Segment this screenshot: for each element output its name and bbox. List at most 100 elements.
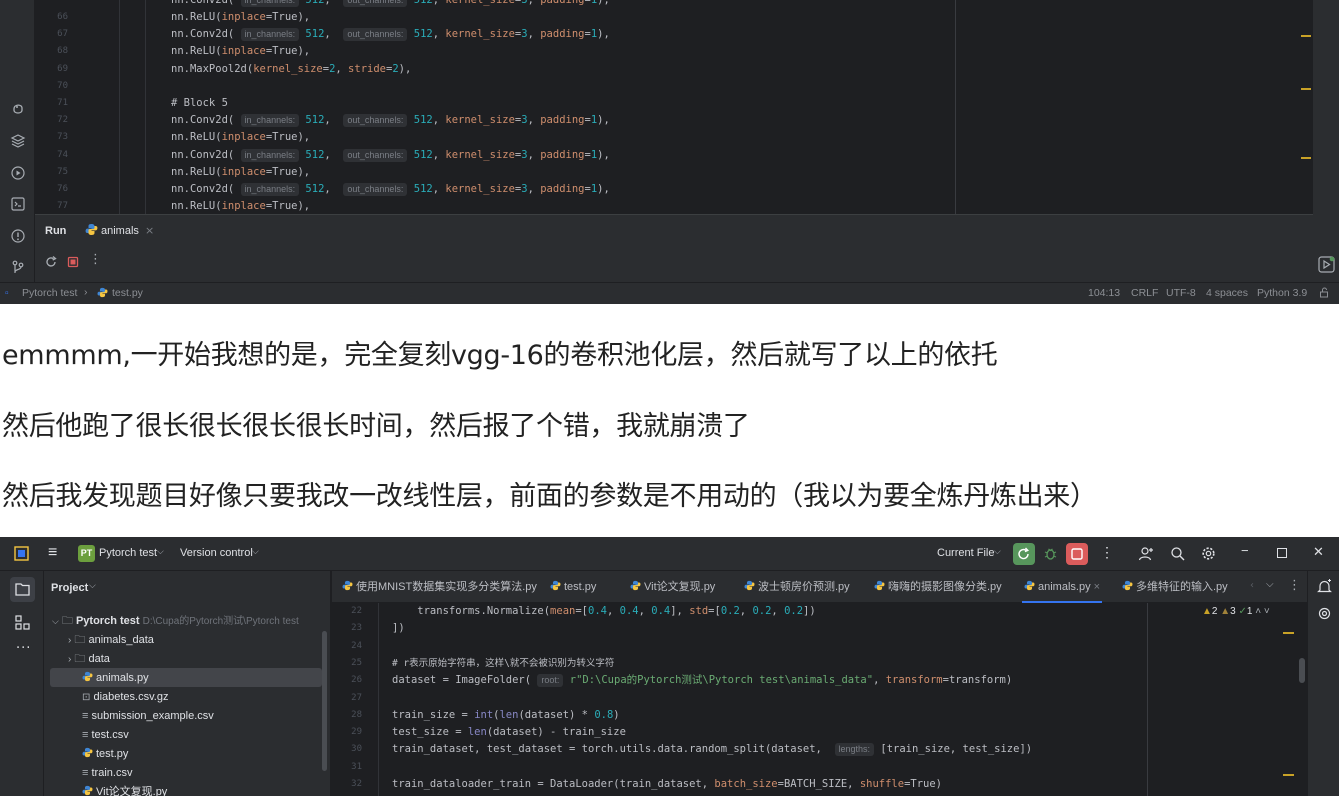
line-number: 23 [351, 623, 362, 634]
services-icon[interactable] [9, 164, 27, 182]
problems-icon[interactable] [9, 227, 27, 245]
line-separator[interactable]: CRLF [1131, 287, 1158, 299]
tab-photo[interactable]: 嗨嗨的摄影图像分类.py [874, 571, 1002, 603]
breadcrumb-file[interactable]: test.py [112, 287, 143, 299]
tree-label: diabetes.csv.gz [93, 691, 169, 703]
code-line: ]) [392, 622, 405, 634]
root-path: D:\Cupa的Pytorch测试\Pytorch test [142, 616, 299, 627]
tree-scrollbar[interactable] [322, 631, 327, 771]
text-file-icon: ≡ [82, 710, 89, 722]
more-icon[interactable]: ⋮ [1100, 544, 1114, 561]
project-tool-button[interactable] [10, 577, 35, 602]
run-tab-label[interactable]: animals [101, 225, 139, 237]
tab-label: 嗨嗨的摄影图像分类.py [888, 581, 1002, 593]
line-number: 69 [57, 64, 68, 74]
more-icon[interactable]: ⋮ [1288, 578, 1301, 593]
run-title: Run [45, 225, 67, 237]
tree-folder[interactable]: › 🗀 data [68, 650, 110, 669]
tree-label: train.csv [91, 767, 133, 779]
editor-scrollbar[interactable] [1299, 658, 1305, 683]
tree-file[interactable]: ≡ submission_example.csv [82, 707, 214, 726]
code-line: train_dataloader_train = DataLoader(trai… [392, 778, 943, 790]
maximize-icon[interactable] [1277, 548, 1287, 558]
tree-file[interactable]: ⊡ diabetes.csv.gz [82, 688, 168, 707]
file-encoding[interactable]: UTF-8 [1166, 287, 1196, 299]
tab-animals[interactable]: animals.py × [1022, 571, 1103, 603]
close-tab-icon[interactable]: × [1094, 581, 1100, 593]
chevron-down-icon[interactable]: ⌵ [1266, 579, 1274, 590]
warning-stripe[interactable] [1283, 774, 1294, 776]
run-config-selector[interactable]: Current File [937, 547, 994, 559]
warning-stripe[interactable] [1301, 35, 1311, 37]
chevron-right-icon: › [68, 654, 72, 665]
chevron-up-icon[interactable]: ˄ [1255, 606, 1261, 617]
lock-icon[interactable] [1319, 287, 1330, 298]
code-editor[interactable]: nn.Conv2d( in_channels: 512, out_channel… [105, 0, 1313, 214]
vcs-menu[interactable]: Version control [180, 547, 253, 559]
inspection-widget[interactable]: ▲2 ▲3 ✓1 ˄ ˅ [1202, 606, 1270, 617]
project-selector[interactable]: Pytorch test [99, 547, 157, 559]
more-tools-icon[interactable]: ··· [16, 641, 31, 656]
python-console-icon[interactable] [9, 100, 27, 118]
tab-boston[interactable]: 波士顿房价预测.py [744, 571, 850, 603]
gear-icon[interactable] [1201, 546, 1216, 561]
code-comment: # Block 5 [171, 97, 228, 109]
layers-icon[interactable] [9, 132, 27, 150]
minimize-icon[interactable]: − [1241, 543, 1249, 558]
tree-file-selected[interactable]: animals.py [82, 669, 149, 688]
warning-stripe[interactable] [1301, 157, 1311, 159]
notifications-icon[interactable] [1317, 579, 1332, 594]
python-file-icon [82, 747, 93, 758]
caret-position[interactable]: 104:13 [1088, 287, 1120, 299]
tab-overflow-icon[interactable]: ‹ [1250, 580, 1254, 591]
project-panel-title[interactable]: Project [51, 582, 88, 594]
tree-file[interactable]: test.py [82, 745, 128, 764]
tree-label: data [88, 653, 110, 665]
git-branch-icon[interactable] [9, 258, 27, 276]
more-icon[interactable]: ⋮ [89, 252, 102, 267]
tree-file[interactable]: ≡ train.csv [82, 764, 132, 783]
close-window-icon[interactable]: ✕ [1313, 544, 1324, 560]
run-widget-icon[interactable] [1318, 256, 1335, 273]
tree-folder[interactable]: › 🗀 animals_data [68, 631, 154, 650]
line-number: 72 [57, 115, 68, 125]
stop-icon[interactable] [66, 255, 80, 269]
code-editor[interactable]: 22 23 24 25 26 27 28 29 30 31 32 transforms.Normal… [332, 603, 1307, 796]
main-menu-icon[interactable]: ≡ [48, 544, 57, 562]
tree-file[interactable]: Vit论文复现.py [82, 783, 167, 796]
structure-icon[interactable] [15, 615, 30, 630]
archive-icon: ⊡ [82, 692, 91, 703]
terminal-icon[interactable] [9, 195, 27, 213]
project-panel: Project ⌵ ⌵ 🗀 Pytorch test D:\Cupa的Pytor… [44, 571, 331, 796]
tree-file[interactable]: ≡ test.csv [82, 726, 129, 745]
rerun-icon[interactable] [44, 255, 58, 269]
python-file-icon [1122, 580, 1133, 591]
chevron-down-icon[interactable]: ˅ [1264, 606, 1270, 617]
code-line: test_size = len(dataset) - train_size [392, 726, 626, 738]
interpreter[interactable]: Python 3.9 [1257, 287, 1307, 299]
ai-assistant-icon[interactable] [1317, 606, 1332, 621]
add-user-icon[interactable] [1138, 546, 1154, 562]
code-line: train_size = int(len(dataset) * 0.8) [392, 709, 620, 721]
tab-vit[interactable]: Vit论文复现.py [630, 571, 715, 603]
folder-icon: 🗀 [61, 615, 73, 627]
tree-label: test.csv [91, 729, 129, 741]
module-icon: ▫ [5, 287, 9, 299]
rerun-button[interactable] [1013, 543, 1035, 565]
tab-multi-feature[interactable]: 多维特征的输入.py [1122, 571, 1228, 603]
python-file-icon [630, 580, 641, 591]
debug-icon[interactable] [1043, 546, 1058, 561]
line-number: 68 [57, 46, 68, 56]
tree-root[interactable]: ⌵ 🗀 Pytorch test D:\Cupa的Pytorch测试\Pytor… [52, 612, 299, 631]
warning-stripe[interactable] [1283, 632, 1294, 634]
indent-setting[interactable]: 4 spaces [1206, 287, 1248, 299]
search-icon[interactable] [1170, 546, 1185, 561]
tab-mnist[interactable]: 使用MNIST数据集实现多分类算法.py [342, 571, 537, 603]
breadcrumb-project[interactable]: Pytorch test [22, 287, 77, 299]
stop-button[interactable] [1066, 543, 1088, 565]
line-number: 28 [351, 709, 362, 720]
close-tab-icon[interactable]: × [145, 224, 154, 237]
warning-stripe[interactable] [1301, 88, 1311, 90]
line-number: 27 [351, 692, 362, 703]
tab-test[interactable]: test.py [550, 571, 596, 603]
